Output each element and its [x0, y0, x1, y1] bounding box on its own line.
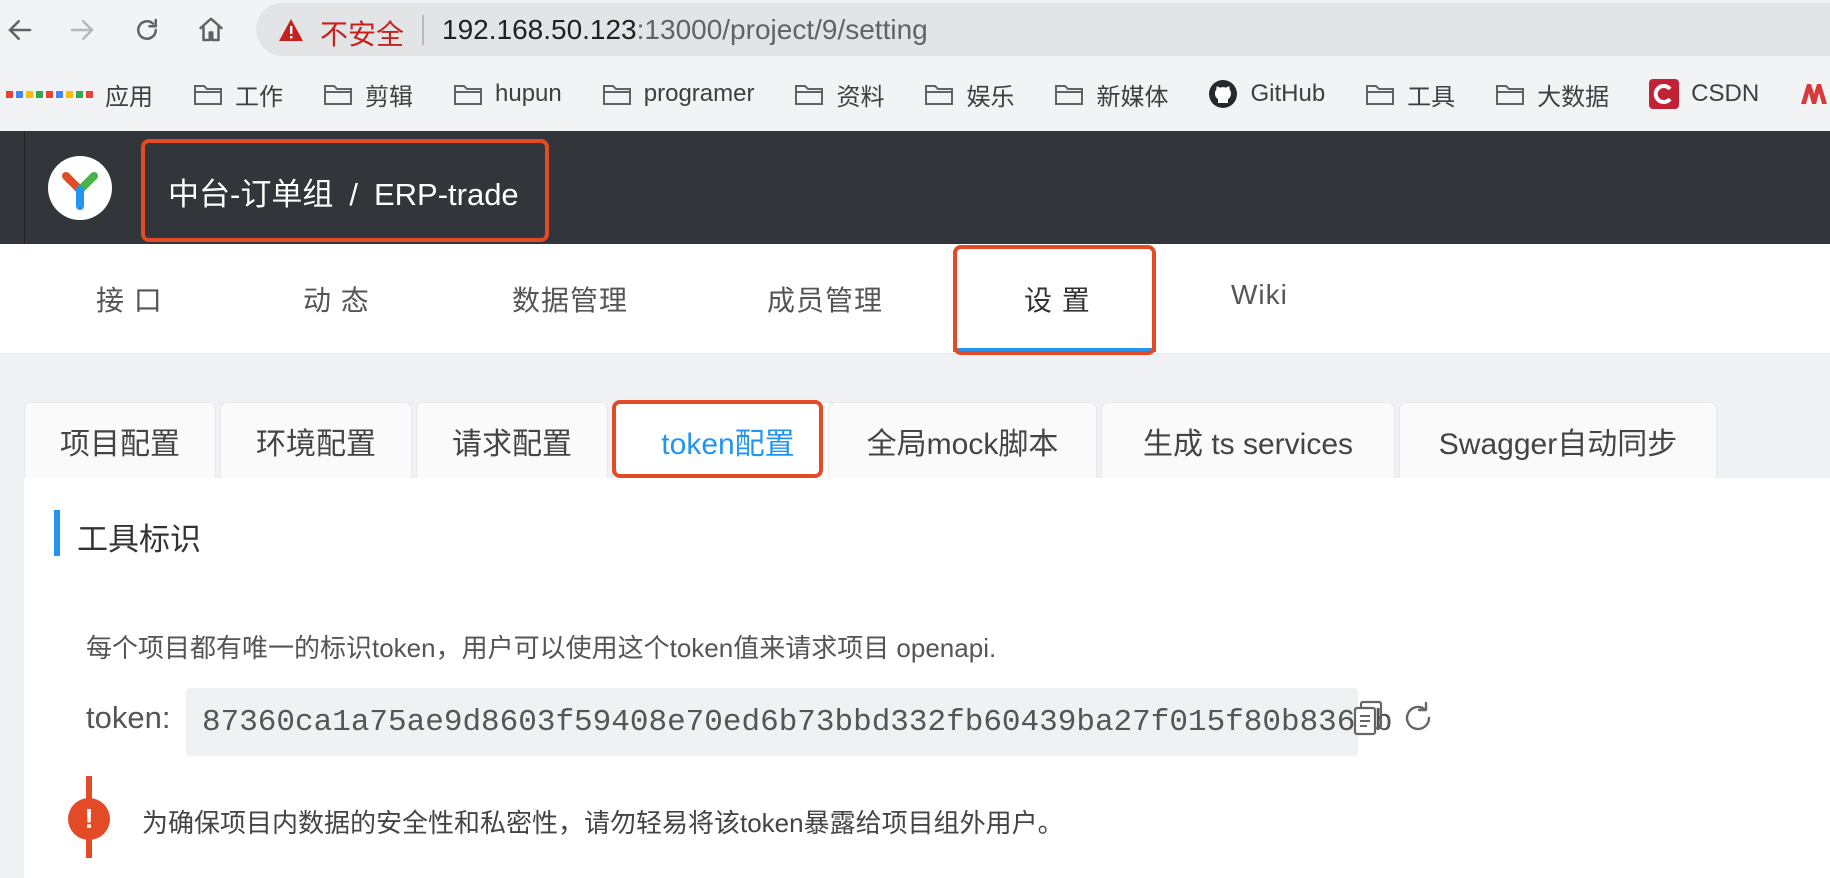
section-accent-bar	[54, 510, 60, 556]
tab-api[interactable]: 接 口	[96, 279, 163, 319]
header-divider	[24, 131, 25, 244]
bookmark-folder[interactable]: programer	[602, 80, 755, 108]
app-logo[interactable]	[48, 156, 112, 220]
main-nav: 接 口 动 态 数据管理 成员管理 设 置 Wiki	[0, 244, 1830, 354]
bookmark-folder[interactable]: hupun	[453, 80, 562, 108]
bookmark-folder[interactable]: 娱乐	[924, 77, 1014, 112]
tab-member-management[interactable]: 成员管理	[767, 279, 883, 319]
subtab-project-config[interactable]: 项目配置	[24, 402, 216, 478]
csdn-icon	[1649, 79, 1680, 109]
folder-icon	[924, 82, 954, 106]
breadcrumb-separator: /	[349, 177, 358, 212]
url-text[interactable]: 192.168.50.123:13000/project/9/setting	[442, 14, 928, 46]
bookmark-label: 工具	[1407, 83, 1456, 111]
bookmark-folder[interactable]: 工具	[1365, 77, 1455, 112]
bookmark-label: hupun	[495, 80, 562, 107]
token-value-field[interactable]: 87360ca1a75ae9d8603f59408e70ed6b73bbd332…	[186, 688, 1393, 756]
browser-chrome: 不安全 192.168.50.123:13000/project/9/setti…	[0, 0, 1830, 132]
token-label: token:	[86, 700, 171, 735]
subtab-env-config[interactable]: 环境配置	[220, 402, 412, 478]
token-settings-panel: 工具标识 每个项目都有唯一的标识token，用户可以使用这个token值来请求项…	[24, 478, 1830, 878]
back-button[interactable]	[0, 10, 40, 50]
breadcrumb-group[interactable]: 中台-订单组	[168, 177, 333, 212]
section-title: 工具标识	[77, 522, 201, 557]
bookmark-folder[interactable]: 资料	[794, 77, 884, 112]
bookmark-label: GitHub	[1250, 80, 1326, 107]
warning-triangle-icon	[279, 19, 303, 41]
security-warning-text: 为确保项目内数据的安全性和私密性，请勿轻易将该token暴露给项目组外用户。	[142, 808, 1064, 838]
bookmark-aliyun[interactable]: 阿里	[1799, 77, 1830, 112]
bookmark-folder[interactable]: 大数据	[1495, 77, 1609, 112]
folder-icon	[1495, 82, 1525, 106]
arrow-right-icon	[70, 20, 94, 40]
breadcrumb: 中台-订单组 / ERP-trade	[168, 169, 519, 214]
bookmark-github[interactable]: GitHub	[1208, 79, 1325, 109]
url-path: :13000/project/9/setting	[636, 14, 928, 45]
bookmark-csdn[interactable]: CSDN	[1649, 79, 1759, 109]
folder-icon	[602, 82, 632, 106]
subtab-token-config[interactable]: token配置	[612, 402, 844, 478]
tab-activity[interactable]: 动 态	[303, 279, 370, 319]
active-tab-indicator	[953, 348, 1156, 352]
copy-icon[interactable]	[1352, 700, 1384, 736]
token-value: 87360ca1a75ae9d8603f59408e70ed6b73bbd332…	[202, 704, 1393, 740]
subtab-generate-ts-services[interactable]: 生成 ts services	[1101, 402, 1395, 478]
bookmark-label: 资料	[836, 83, 885, 111]
bookmark-label: 工作	[235, 83, 283, 111]
folder-icon	[794, 82, 824, 106]
bookmarks-bar: 应用 工作 剪辑 hupun programer 资料 娱乐 新媒体 GitHu…	[0, 66, 1830, 122]
subtab-request-config[interactable]: 请求配置	[416, 402, 608, 478]
bookmark-label: CSDN	[1691, 80, 1760, 107]
url-divider	[422, 15, 424, 45]
app-header: 中台-订单组 / ERP-trade	[0, 131, 1830, 244]
home-icon	[198, 17, 224, 42]
folder-icon	[193, 82, 223, 106]
apps-grid-icon	[6, 90, 93, 98]
not-secure-label[interactable]: 不安全	[320, 13, 404, 53]
address-bar[interactable]: 不安全 192.168.50.123:13000/project/9/setti…	[256, 3, 1830, 56]
yapi-logo-icon	[62, 172, 98, 210]
folder-icon	[1054, 82, 1084, 106]
exclamation-icon: !	[68, 798, 110, 840]
bookmark-label: programer	[643, 80, 755, 107]
refresh-icon[interactable]	[1400, 700, 1436, 736]
bookmark-label: 应用	[105, 83, 153, 111]
folder-icon	[323, 82, 353, 106]
bookmark-label: 娱乐	[966, 83, 1015, 111]
forward-button[interactable]	[62, 10, 102, 50]
home-button[interactable]	[191, 10, 231, 50]
bookmark-apps[interactable]: 应用	[0, 77, 153, 112]
arrow-left-icon	[8, 20, 32, 40]
bookmark-folder[interactable]: 新媒体	[1054, 77, 1168, 112]
reload-icon	[137, 18, 157, 40]
breadcrumb-project[interactable]: ERP-trade	[374, 177, 519, 212]
subtab-global-mock-script[interactable]: 全局mock脚本	[828, 402, 1097, 478]
bookmark-label: 剪辑	[365, 83, 413, 111]
bookmark-folder[interactable]: 工作	[193, 77, 283, 112]
url-host: 192.168.50.123	[442, 14, 637, 45]
folder-icon	[1365, 82, 1395, 106]
bookmark-label: 新媒体	[1096, 83, 1169, 111]
token-description: 每个项目都有唯一的标识token，用户可以使用这个token值来请求项目 ope…	[86, 633, 997, 663]
subtab-swagger-sync[interactable]: Swagger自动同步	[1399, 402, 1717, 478]
reload-button[interactable]	[127, 10, 167, 50]
bookmark-folder[interactable]: 剪辑	[323, 77, 413, 112]
tab-settings[interactable]: 设 置	[1024, 279, 1091, 319]
github-icon	[1208, 79, 1238, 109]
folder-icon	[453, 82, 483, 106]
aliyun-icon	[1799, 82, 1829, 106]
tab-wiki[interactable]: Wiki	[1231, 279, 1288, 311]
bookmark-label: 大数据	[1537, 83, 1610, 111]
tab-data-management[interactable]: 数据管理	[512, 279, 628, 319]
